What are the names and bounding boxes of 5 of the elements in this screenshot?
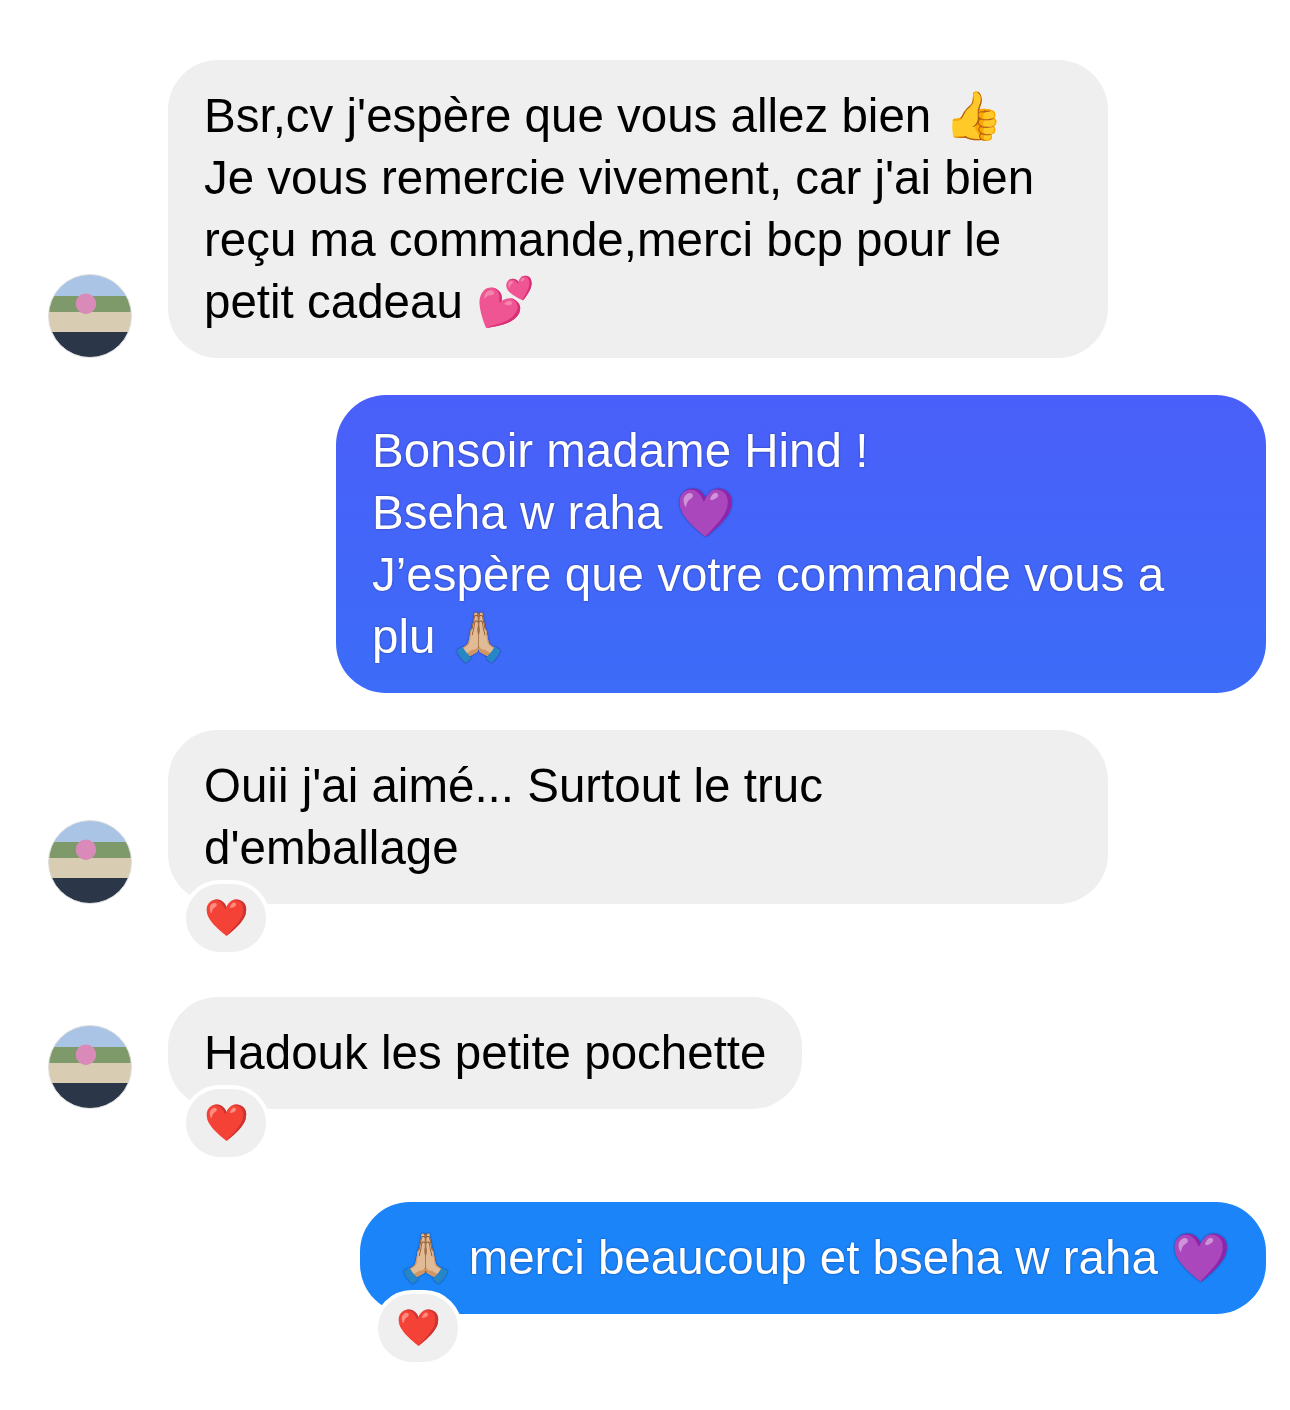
message-text: Bsr,cv j'espère que vous allez bien 👍 Je vous remercie vivement, car j'ai bien reçu ma commande,merci bcp pour le petit cadeau 💕 xyxy=(204,88,1036,330)
message-text: Ouii j'ai aimé... Surtout le truc d'emballage xyxy=(204,758,824,876)
message-text: Bonsoir madame Hind ! Bseha w raha 💜 J’espère que votre commande vous a plu 🙏🏼 xyxy=(372,423,1166,665)
message-text: Hadouk les petite pochette xyxy=(204,1025,767,1081)
message-text: 🙏🏼 merci beaucoup et bseha w raha 💜 xyxy=(396,1230,1230,1286)
